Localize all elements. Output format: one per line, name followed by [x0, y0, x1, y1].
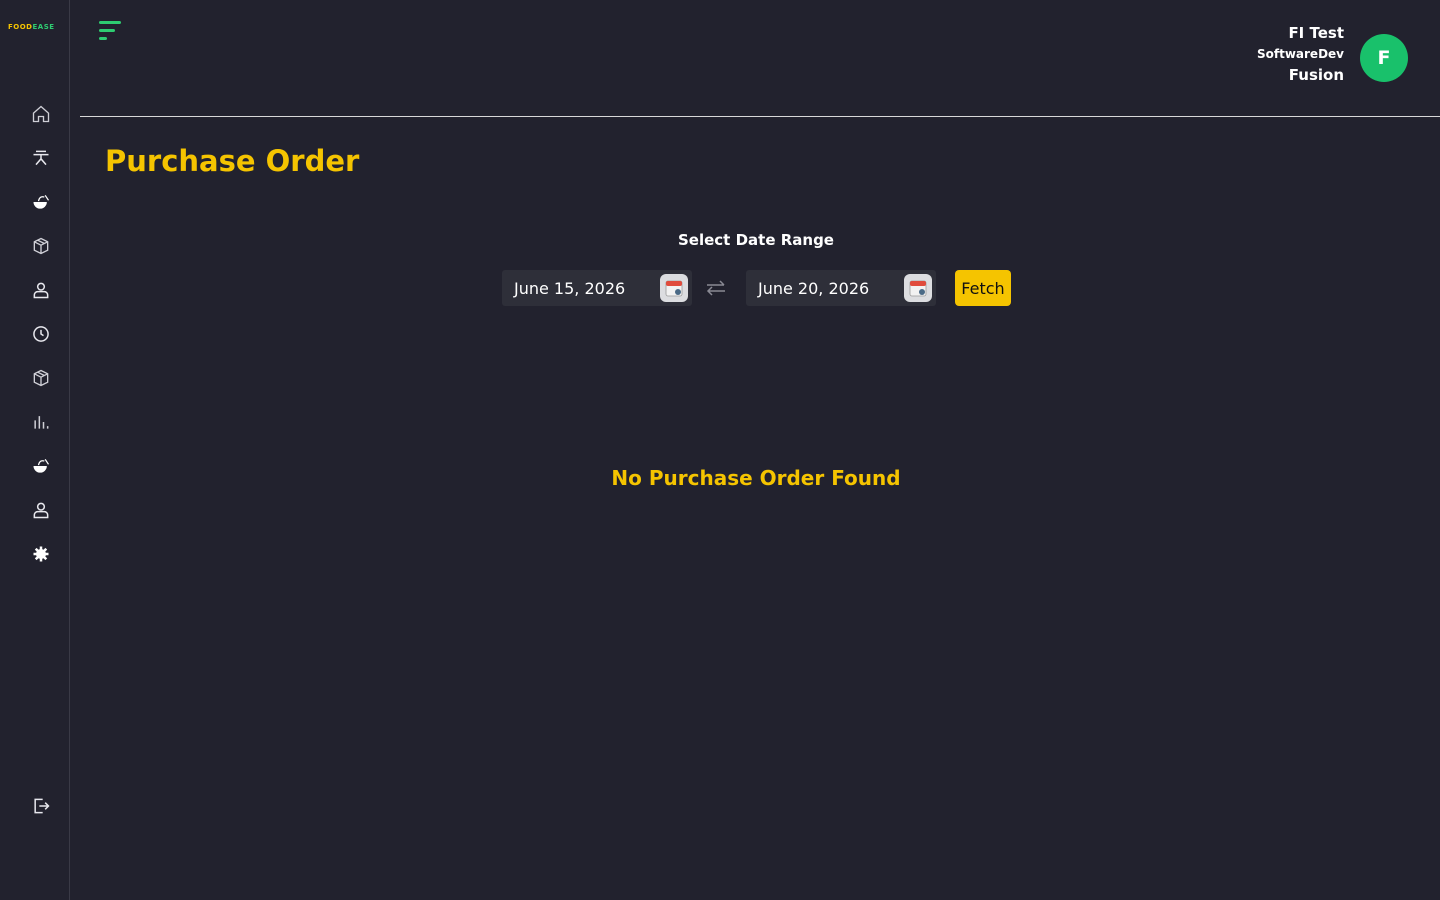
- date-range-label: Select Date Range: [678, 231, 834, 249]
- home-icon[interactable]: [28, 101, 54, 127]
- fetch-button[interactable]: Fetch: [955, 270, 1011, 306]
- user-organization: SoftwareDev: [1256, 46, 1344, 61]
- app-logo[interactable]: FOODEASE: [8, 23, 55, 31]
- dining-table-icon[interactable]: [28, 145, 54, 171]
- end-date-input[interactable]: June 20, 2026: [746, 270, 936, 306]
- food-icon[interactable]: [28, 189, 54, 215]
- start-date-input[interactable]: June 15, 2026: [502, 270, 692, 306]
- bar-chart-icon[interactable]: [28, 409, 54, 435]
- logo-text-food: FOOD: [8, 23, 33, 31]
- user-info: FI Test SoftwareDev Fusion: [1257, 24, 1344, 86]
- start-date-calendar-icon[interactable]: [660, 274, 688, 302]
- sidebar: FOODEASE: [0, 0, 70, 900]
- end-date-value: June 20, 2026: [758, 278, 870, 298]
- clock-icon[interactable]: [28, 321, 54, 347]
- package-icon[interactable]: [28, 365, 54, 391]
- user-name: FI Test: [1288, 24, 1344, 42]
- user-location: Fusion: [1288, 66, 1344, 85]
- start-date-value: June 15, 2026: [514, 278, 626, 298]
- user-icon[interactable]: [28, 277, 54, 303]
- logout-icon[interactable]: [28, 793, 54, 819]
- menu-toggle-icon[interactable]: [96, 18, 126, 44]
- end-date-calendar-icon[interactable]: [904, 274, 932, 302]
- user-profile-icon[interactable]: [28, 497, 54, 523]
- avatar[interactable]: F: [1360, 34, 1408, 82]
- page-title: Purchase Order: [105, 144, 360, 178]
- swap-arrows-icon: [705, 278, 727, 298]
- empty-state-message: No Purchase Order Found: [611, 466, 901, 490]
- logo-text-ease: EASE: [32, 23, 55, 31]
- header-divider: [80, 116, 1440, 117]
- settings-gear-icon[interactable]: [28, 541, 54, 567]
